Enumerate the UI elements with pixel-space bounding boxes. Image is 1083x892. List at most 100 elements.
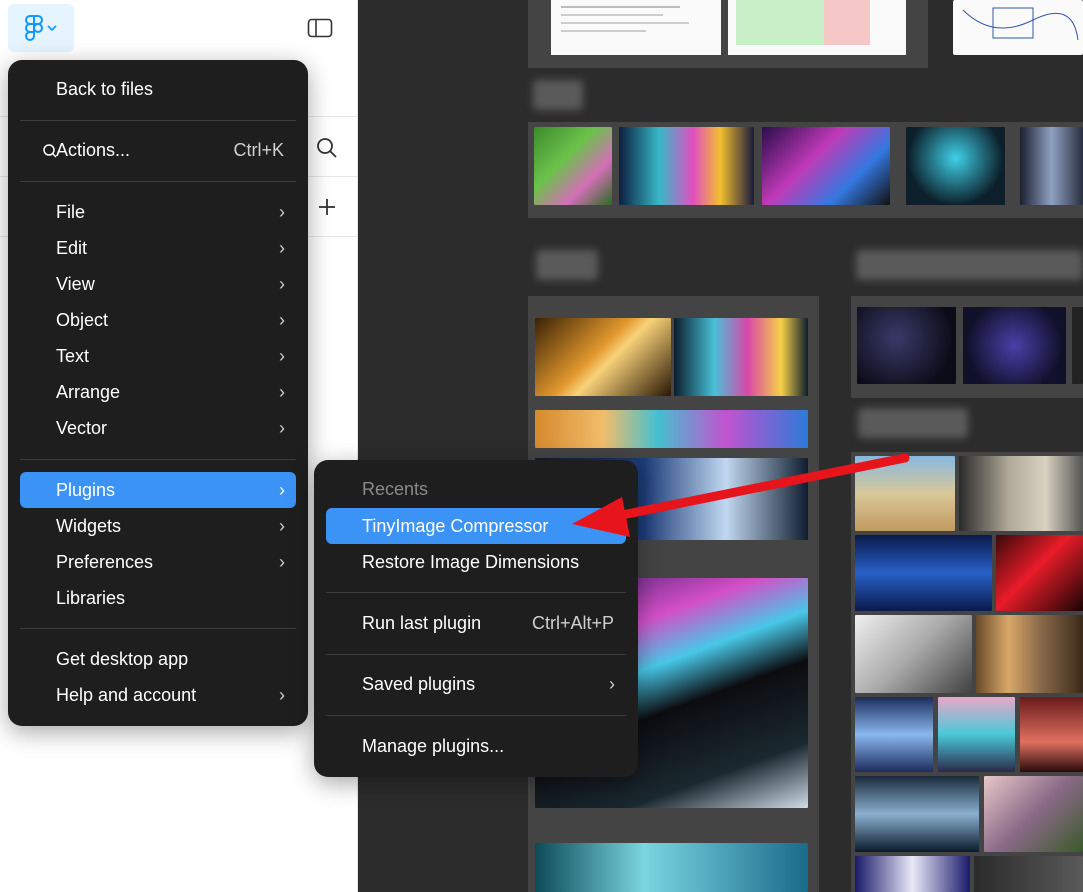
- menu-item-label: File: [56, 201, 86, 222]
- menu-item-object[interactable]: Object ›: [20, 302, 296, 338]
- menu-item-plugins[interactable]: Plugins ›: [20, 472, 296, 508]
- chevron-right-icon: ›: [279, 479, 285, 500]
- chevron-right-icon: ›: [279, 417, 285, 438]
- menu-item-saved-plugins[interactable]: Saved plugins ›: [326, 666, 626, 702]
- chevron-right-icon: ›: [279, 381, 285, 402]
- menu-item-label: Back to files: [56, 78, 154, 99]
- image-thumbnail: [535, 318, 671, 396]
- chevron-right-icon: ›: [279, 345, 285, 366]
- image-thumbnail: [938, 697, 1015, 772]
- search-button[interactable]: [310, 131, 344, 165]
- menu-item-get-desktop-app[interactable]: Get desktop app: [20, 641, 296, 677]
- chevron-right-icon: ›: [279, 684, 285, 705]
- menu-item-text[interactable]: Text ›: [20, 338, 296, 374]
- image-thumbnail: [855, 776, 979, 852]
- chevron-right-icon: ›: [279, 273, 285, 294]
- menu-item-label: Run last plugin: [362, 612, 482, 633]
- menu-item-label: Text: [56, 345, 90, 366]
- image-thumbnail: [959, 456, 1083, 531]
- menu-separator: [326, 654, 626, 655]
- image-thumbnail: [996, 535, 1083, 611]
- chevron-right-icon: ›: [279, 551, 285, 572]
- image-thumbnail: [976, 615, 1083, 693]
- menu-item-run-last-plugin[interactable]: Run last plugin Ctrl+Alt+P: [326, 605, 626, 641]
- image-thumbnail: [534, 127, 612, 205]
- menu-item-edit[interactable]: Edit ›: [20, 230, 296, 266]
- menu-item-label: Manage plugins...: [362, 735, 505, 756]
- menu-item-label: Object: [56, 309, 109, 330]
- document-thumbnail: [551, 0, 721, 55]
- sketch-thumbnail: [953, 0, 1083, 55]
- menu-separator: [20, 120, 296, 121]
- plus-icon: [319, 199, 335, 215]
- menu-item-label: Widgets: [56, 515, 122, 536]
- menu-item-label: Help and account: [56, 684, 197, 705]
- image-thumbnail: [855, 615, 972, 693]
- image-thumbnail: [1020, 127, 1083, 205]
- menu-item-actions[interactable]: Actions... Ctrl+K: [20, 132, 296, 168]
- frame-title: [858, 408, 968, 438]
- menu-item-libraries[interactable]: Libraries: [20, 580, 296, 616]
- menu-item-label: Vector: [56, 417, 108, 438]
- menu-separator: [326, 715, 626, 716]
- chevron-right-icon: ›: [279, 515, 285, 536]
- shortcut-label: Ctrl+Alt+P: [531, 612, 614, 633]
- image-thumbnail: [1072, 307, 1083, 384]
- menu-item-label: Libraries: [56, 587, 126, 608]
- menu-item-widgets[interactable]: Widgets ›: [20, 508, 296, 544]
- menu-item-label: Preferences: [56, 551, 154, 572]
- add-page-button[interactable]: [310, 190, 344, 224]
- image-thumbnail: [674, 318, 808, 396]
- image-thumbnail: [855, 856, 970, 892]
- menu-item-view[interactable]: View ›: [20, 266, 296, 302]
- menu-item-help-and-account[interactable]: Help and account ›: [20, 677, 296, 713]
- menu-item-preferences[interactable]: Preferences ›: [20, 544, 296, 580]
- menu-item-file[interactable]: File ›: [20, 194, 296, 230]
- frame-title: [536, 250, 598, 280]
- figma-logo-icon: [25, 15, 43, 41]
- menu-separator: [20, 628, 296, 629]
- frame-title: [856, 250, 1083, 280]
- document-thumbnail: [728, 0, 906, 55]
- image-thumbnail: [906, 127, 1005, 205]
- menu-separator: [326, 592, 626, 593]
- image-thumbnail: [762, 127, 890, 205]
- image-thumbnail: [1020, 697, 1083, 772]
- menu-item-back-to-files[interactable]: Back to files: [20, 71, 296, 107]
- main-menu-button[interactable]: [8, 4, 74, 52]
- image-thumbnail: [619, 127, 754, 205]
- chevron-right-icon: ›: [609, 673, 615, 694]
- menu-separator: [20, 459, 296, 460]
- frame-title: [533, 80, 583, 110]
- main-menu: Back to files Actions... Ctrl+K File › E…: [8, 60, 308, 726]
- menu-separator: [20, 181, 296, 182]
- image-thumbnail: [984, 776, 1083, 852]
- sidebar-toggle-button[interactable]: [303, 14, 337, 42]
- chevron-right-icon: ›: [279, 309, 285, 330]
- menu-item-label: Actions...: [56, 139, 131, 160]
- image-thumbnail: [857, 307, 956, 384]
- menu-item-arrange[interactable]: Arrange ›: [20, 374, 296, 410]
- search-icon: [43, 144, 57, 158]
- image-thumbnail: [855, 697, 933, 772]
- menu-item-label: Edit: [56, 237, 88, 258]
- annotation-arrow: [572, 453, 910, 537]
- image-thumbnail: [963, 307, 1066, 384]
- search-icon: [317, 138, 337, 158]
- sidebar-icon: [307, 18, 333, 38]
- menu-item-label: Restore Image Dimensions: [362, 551, 580, 572]
- image-thumbnail: [855, 535, 992, 611]
- menu-item-label: View: [56, 273, 95, 294]
- image-thumbnail: [974, 856, 1083, 892]
- menu-item-restore-image-dimensions[interactable]: Restore Image Dimensions: [326, 544, 626, 580]
- chevron-right-icon: ›: [279, 201, 285, 222]
- shortcut-label: Ctrl+K: [233, 139, 284, 160]
- menu-item-label: Arrange: [56, 381, 121, 402]
- menu-item-manage-plugins[interactable]: Manage plugins...: [326, 728, 626, 764]
- menu-item-label: Get desktop app: [56, 648, 189, 669]
- menu-item-vector[interactable]: Vector ›: [20, 410, 296, 446]
- chevron-right-icon: ›: [279, 237, 285, 258]
- image-thumbnail: [535, 410, 808, 448]
- menu-item-label: Plugins: [56, 479, 116, 500]
- image-thumbnail: [535, 843, 808, 892]
